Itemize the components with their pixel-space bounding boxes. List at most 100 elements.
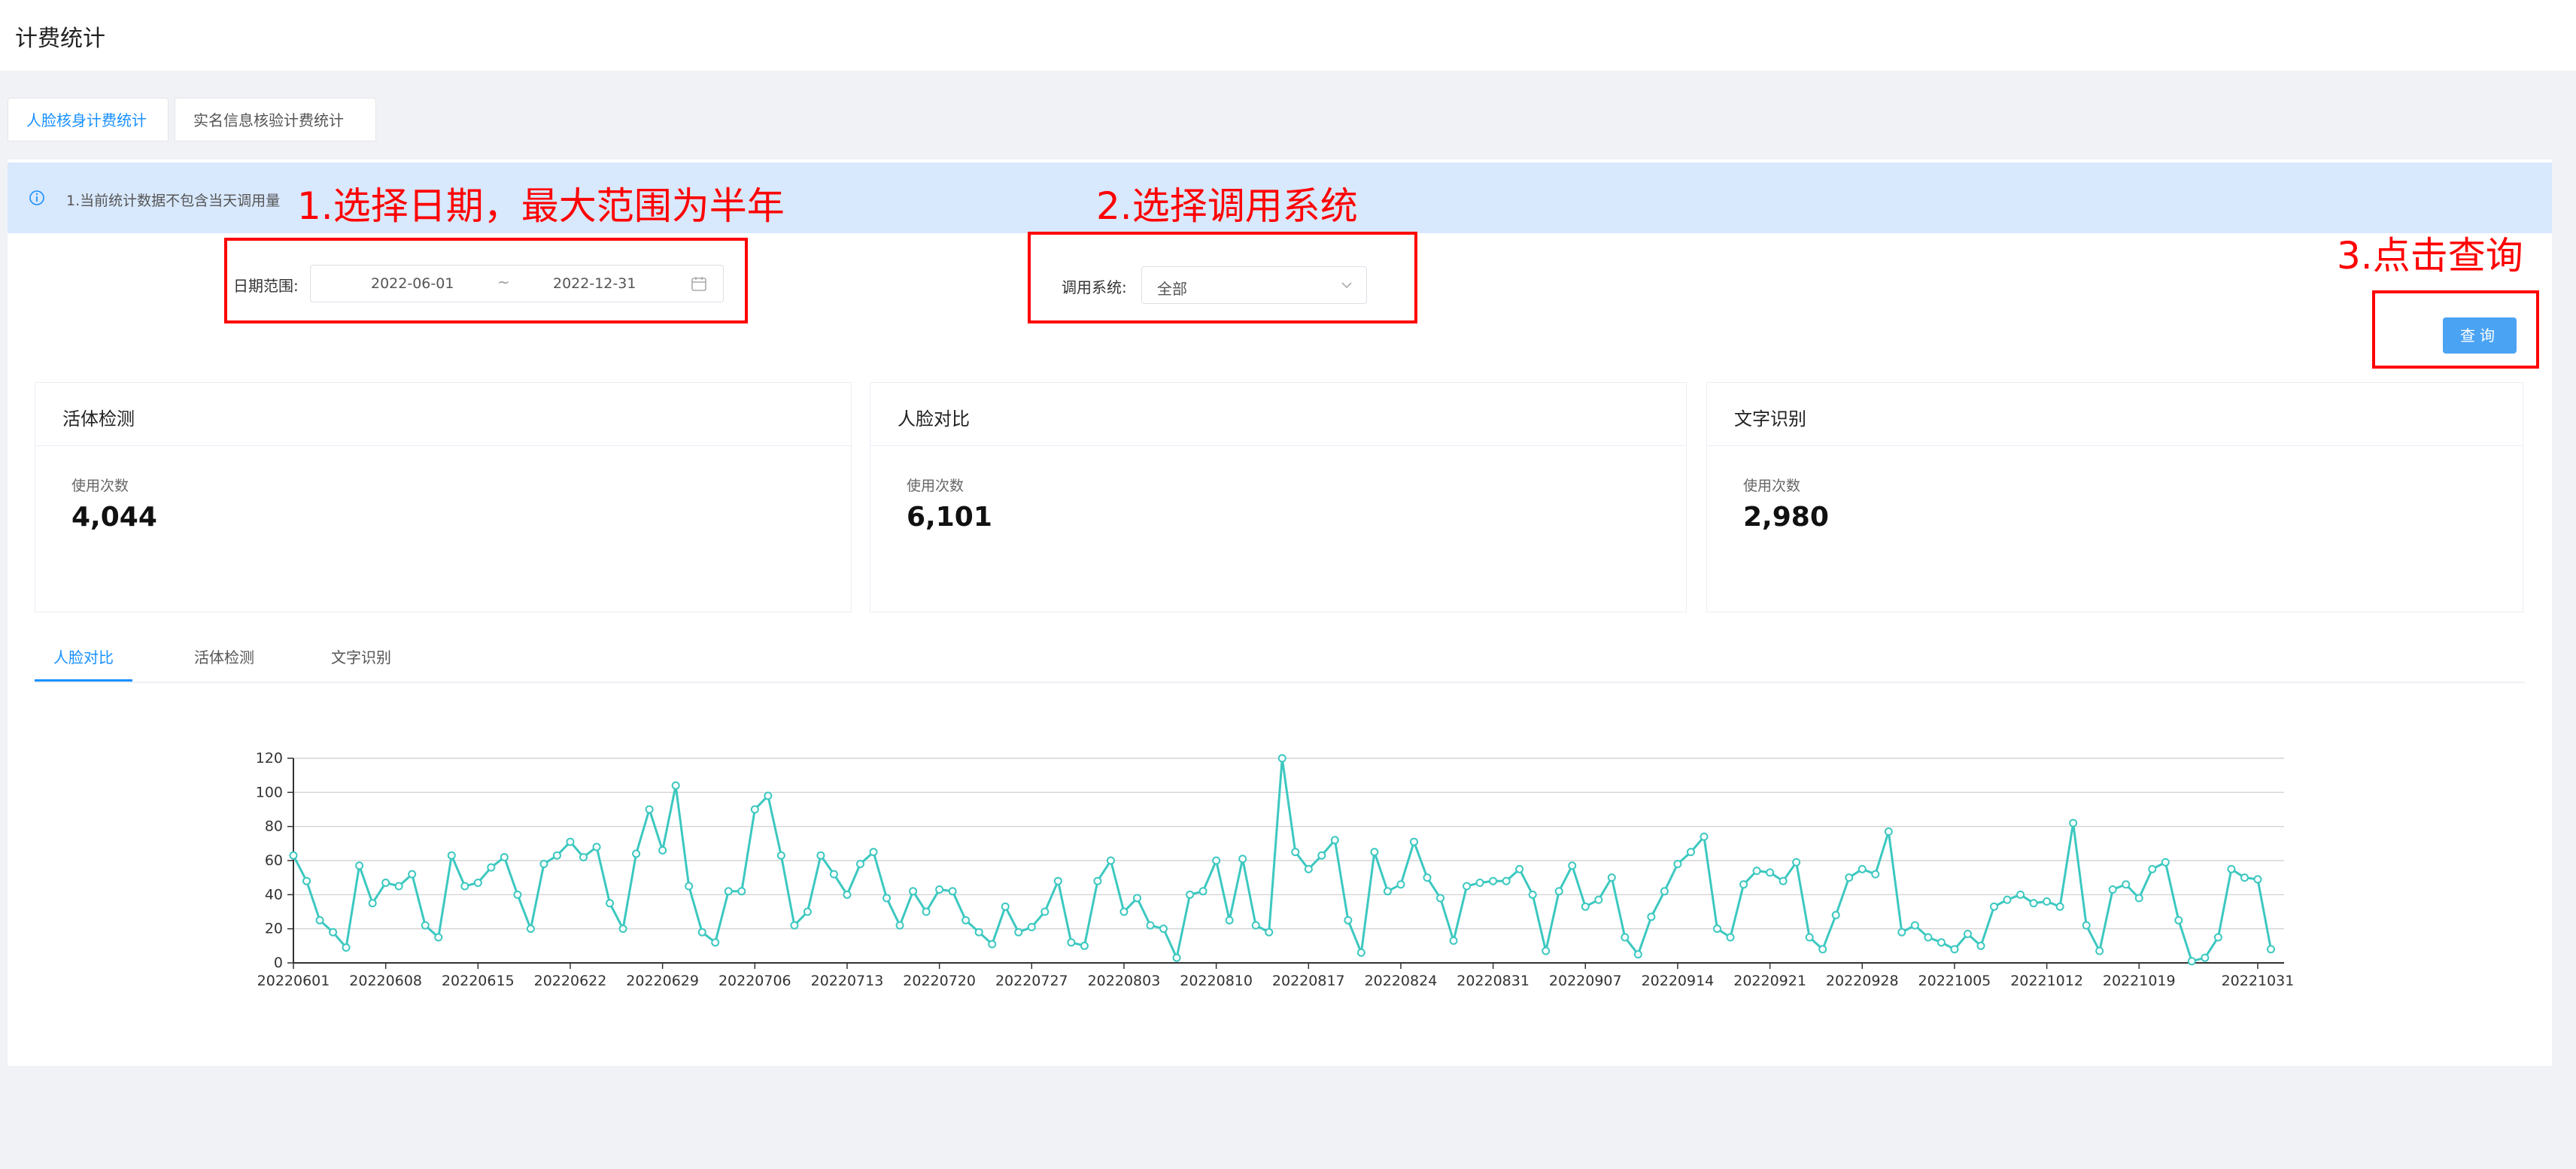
- data-point: [1423, 873, 1432, 882]
- data-point: [855, 860, 864, 869]
- data-point: [1370, 848, 1379, 857]
- data-point: [961, 915, 971, 925]
- data-point: [1027, 922, 1036, 931]
- calendar-icon[interactable]: [690, 275, 708, 293]
- data-point: [1067, 938, 1076, 947]
- date-range-picker[interactable]: 2022-06-01 ~ 2022-12-31: [310, 265, 724, 302]
- data-point: [1805, 933, 1814, 942]
- end-date-input[interactable]: 2022-12-31: [553, 275, 636, 292]
- data-point: [1132, 894, 1141, 903]
- data-point: [1265, 928, 1274, 937]
- data-point: [1633, 950, 1642, 959]
- data-point: [1119, 907, 1129, 916]
- data-point: [1779, 876, 1788, 885]
- data-point: [632, 849, 641, 858]
- data-point: [1159, 925, 1168, 934]
- tab-realname-billing[interactable]: 实名信息核验计费统计: [175, 98, 376, 141]
- data-point: [500, 852, 509, 861]
- chevron-down-icon: [1341, 282, 1352, 289]
- x-tick-label: 20220720: [903, 973, 976, 989]
- query-button[interactable]: 查询: [2443, 317, 2517, 354]
- data-point: [1436, 894, 1445, 903]
- data-point: [2043, 897, 2052, 906]
- data-point: [1502, 876, 1511, 885]
- tab-face-billing[interactable]: 人脸核身计费统计: [8, 98, 169, 141]
- data-point: [539, 860, 548, 869]
- data-point: [988, 940, 997, 949]
- chart-tab-face-compare[interactable]: 人脸对比: [35, 645, 132, 682]
- data-point: [1792, 858, 1801, 867]
- data-point: [1463, 882, 1472, 891]
- data-point: [618, 925, 627, 934]
- data-point: [1818, 945, 1827, 954]
- data-point: [1001, 902, 1010, 911]
- x-tick-label: 20220803: [1088, 973, 1161, 989]
- data-point: [1106, 856, 1115, 865]
- data-point: [790, 921, 799, 930]
- system-select-value: 全部: [1157, 280, 1187, 298]
- x-tick-label: 20221012: [2010, 973, 2083, 989]
- x-tick-label: 20221031: [2222, 973, 2295, 989]
- chart-tab-ocr[interactable]: 文字识别: [331, 645, 391, 679]
- data-point: [803, 907, 812, 916]
- data-point: [974, 928, 983, 937]
- data-point: [2069, 818, 2078, 827]
- x-tick-label: 20220615: [442, 973, 515, 989]
- stat-card-face-compare: 人脸对比 使用次数 6,101: [870, 382, 1687, 612]
- data-point: [315, 915, 324, 925]
- data-point: [1528, 890, 1537, 899]
- data-point: [408, 870, 417, 879]
- data-point: [552, 851, 561, 860]
- x-tick-label: 20220629: [626, 973, 699, 989]
- data-point: [289, 851, 298, 860]
- data-point: [2095, 946, 2104, 955]
- card-value: 6,101: [907, 502, 992, 533]
- card-title: 文字识别: [1734, 408, 1806, 430]
- data-point: [1607, 873, 1616, 882]
- x-tick-label: 20221005: [1918, 973, 1991, 989]
- data-point: [355, 861, 364, 870]
- y-tick-label: 80: [265, 818, 283, 835]
- usage-line-chart: 0 20 40 60 80 100 120 20220601 20220608 20220615 2…: [256, 750, 2295, 989]
- data-point: [2240, 873, 2249, 882]
- data-point: [2082, 921, 2091, 930]
- start-date-input[interactable]: 2022-06-01: [371, 275, 454, 292]
- stat-card-ocr: 文字识别 使用次数 2,980: [1706, 382, 2523, 612]
- data-point: [1475, 878, 1484, 887]
- data-point: [1766, 868, 1775, 877]
- data-point: [1186, 890, 1195, 899]
- data-point: [1726, 933, 1735, 942]
- data-point: [526, 925, 535, 934]
- data-point: [1897, 928, 1906, 937]
- data-point: [342, 943, 351, 952]
- info-icon: [29, 190, 44, 205]
- data-point: [302, 876, 311, 885]
- data-point: [1752, 867, 1761, 876]
- x-tick-label: 20221019: [2103, 973, 2176, 989]
- data-point: [2029, 899, 2038, 908]
- data-point: [2227, 864, 2236, 873]
- data-point: [697, 928, 706, 937]
- data-point: [1409, 837, 1418, 846]
- data-point: [1317, 851, 1326, 860]
- data-point: [1330, 836, 1339, 845]
- notice-text: 1.当前统计数据不包含当天调用量: [66, 193, 281, 209]
- data-point: [1304, 864, 1313, 873]
- data-point: [2108, 885, 2117, 894]
- data-point: [1356, 948, 1365, 957]
- data-point: [2148, 864, 2157, 873]
- data-point: [1489, 876, 1498, 885]
- card-title: 活体检测: [62, 408, 135, 430]
- chart-tab-liveness[interactable]: 活体检测: [194, 645, 254, 679]
- data-point: [1989, 902, 1998, 911]
- data-point: [2003, 895, 2012, 904]
- data-point: [1647, 912, 1656, 922]
- data-point: [764, 791, 773, 800]
- page-title: 计费统计: [15, 26, 105, 52]
- x-tick-label: 20220608: [349, 973, 422, 989]
- main-panel: 1.当前统计数据不包含当天调用量 1.选择日期，最大范围为半年 2.选择调用系统…: [8, 159, 2552, 1066]
- data-point: [1581, 902, 1590, 911]
- system-select[interactable]: 全部: [1141, 266, 1367, 304]
- annotation-step3: 3.点击查询: [2337, 234, 2523, 278]
- page-header: 计费统计: [0, 0, 2576, 71]
